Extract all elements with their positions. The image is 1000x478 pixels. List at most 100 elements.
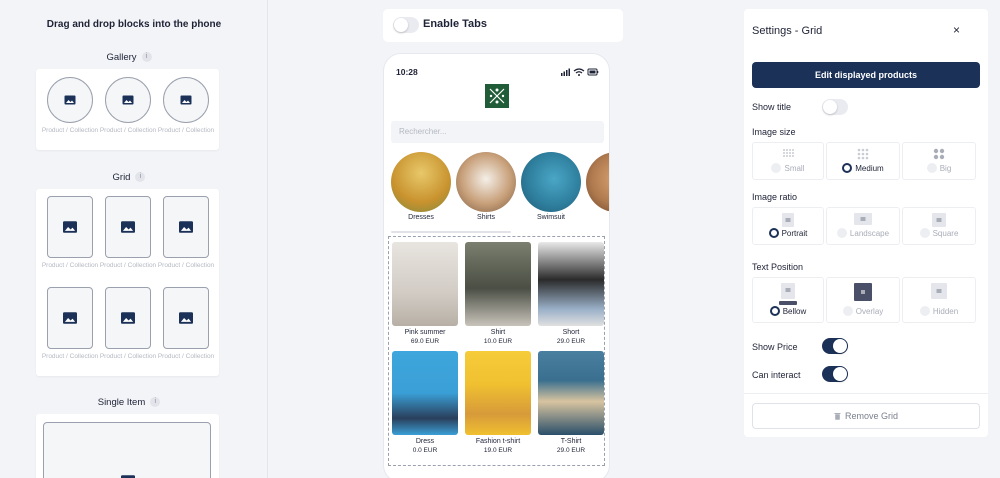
info-icon[interactable]: i — [150, 397, 161, 408]
radio-button[interactable] — [771, 163, 782, 173]
image-placeholder-icon — [122, 95, 134, 105]
image-ratio-landscape-option[interactable]: Landscape — [826, 207, 900, 245]
product-name: Pink summer — [404, 329, 446, 336]
settings-title: Settings - Grid — [752, 25, 823, 37]
radio-button[interactable] — [836, 228, 847, 238]
medium-grid-icon — [857, 148, 869, 160]
radio-button[interactable] — [769, 306, 780, 316]
product-price: 10.0 EUR — [483, 338, 513, 345]
grid-section-label: Grid i — [0, 172, 258, 183]
phone-preview: 10:28 Rechercher... Dresses Shirts Swims… — [383, 53, 610, 478]
category-label: Mo — [585, 214, 609, 221]
grid-block[interactable]: Product / Collection Product / Collectio… — [36, 189, 219, 376]
portrait-image-icon — [782, 213, 794, 227]
category-item[interactable]: Swimsuit — [520, 152, 582, 221]
category-item[interactable]: Dresses — [390, 152, 452, 221]
image-placeholder-icon — [180, 95, 192, 105]
battery-icon — [587, 68, 599, 76]
radio-button[interactable] — [926, 163, 937, 173]
info-icon[interactable]: i — [135, 172, 146, 183]
text-hidden-icon — [931, 283, 947, 299]
settings-panel: Settings - Grid × Edit displayed product… — [744, 9, 988, 437]
close-icon[interactable]: × — [953, 23, 960, 37]
product-card[interactable]: Dress 0.0 EUR — [392, 351, 458, 454]
grid-item-label: Product / Collection — [99, 353, 157, 360]
grid-item[interactable] — [47, 196, 93, 258]
status-time: 10:28 — [396, 67, 418, 77]
image-size-big-option[interactable]: Big — [902, 142, 976, 180]
image-size-small-option[interactable]: Small — [752, 142, 824, 180]
category-item[interactable]: Shirts — [455, 152, 517, 221]
category-image — [456, 152, 516, 212]
gallery-item-3[interactable] — [163, 77, 209, 123]
show-price-toggle[interactable] — [822, 338, 848, 354]
product-price: 29.0 EUR — [556, 447, 586, 454]
category-label: Shirts — [477, 214, 495, 221]
enable-tabs-label: Enable Tabs — [423, 18, 487, 30]
image-placeholder-icon — [121, 312, 135, 324]
grid-item-label: Product / Collection — [99, 262, 157, 269]
toggle-knob — [394, 18, 408, 32]
image-placeholder-icon — [121, 221, 135, 233]
grid-item[interactable] — [47, 287, 93, 349]
image-ratio-portrait-option[interactable]: Portrait — [752, 207, 824, 245]
single-item-placeholder[interactable] — [43, 422, 211, 478]
category-scrollbar[interactable] — [391, 231, 511, 233]
store-logo — [485, 84, 509, 108]
toggle-knob — [833, 367, 847, 381]
wifi-icon — [573, 68, 585, 76]
product-name: Shirt — [490, 329, 506, 336]
image-placeholder-icon — [64, 95, 76, 105]
search-input[interactable]: Rechercher... — [391, 121, 604, 143]
image-placeholder-icon — [179, 221, 193, 233]
product-card[interactable]: Short 29.0 EUR — [538, 242, 604, 345]
product-grid[interactable]: Pink summer 69.0 EUR Shirt 10.0 EUR Short 2… — [388, 236, 605, 466]
radio-button[interactable] — [842, 163, 853, 173]
image-placeholder-icon — [179, 312, 193, 324]
gallery-item-1[interactable] — [47, 77, 93, 123]
grid-item[interactable] — [105, 287, 151, 349]
trash-icon — [834, 413, 841, 420]
product-card[interactable]: Fashion t-shirt 19.0 EUR — [465, 351, 531, 454]
small-grid-icon — [783, 149, 794, 157]
product-card[interactable]: Shirt 10.0 EUR — [465, 242, 531, 345]
enable-tabs-toggle[interactable] — [393, 17, 419, 33]
gallery-item-label: Product / Collection — [99, 127, 157, 134]
toggle-knob — [823, 100, 837, 114]
gallery-item-2[interactable] — [105, 77, 151, 123]
can-interact-label: Can interact — [752, 370, 801, 380]
toggle-knob — [833, 339, 847, 353]
product-image — [392, 351, 458, 435]
show-title-label: Show title — [752, 102, 792, 112]
grid-item[interactable] — [163, 287, 209, 349]
image-ratio-square-option[interactable]: Square — [902, 207, 976, 245]
product-price: 19.0 EUR — [483, 447, 513, 454]
info-icon[interactable]: i — [141, 52, 152, 63]
remove-grid-button[interactable]: Remove Grid — [752, 403, 980, 429]
radio-button[interactable] — [919, 228, 930, 238]
big-grid-icon — [933, 148, 945, 160]
product-name: Fashion t-shirt — [475, 438, 521, 445]
gallery-item-label: Product / Collection — [157, 127, 215, 134]
grid-item[interactable] — [163, 196, 209, 258]
product-card[interactable]: Pink summer 69.0 EUR — [392, 242, 458, 345]
single-item-block[interactable] — [36, 414, 219, 478]
edit-displayed-products-button[interactable]: Edit displayed products — [752, 62, 980, 88]
show-title-toggle[interactable] — [822, 99, 848, 115]
gallery-block[interactable]: Product / Collection Product / Collectio… — [36, 69, 219, 150]
signal-icon — [561, 68, 570, 76]
text-position-bellow-option[interactable]: Bellow — [752, 277, 824, 323]
gallery-item-label: Product / Collection — [41, 127, 99, 134]
category-item[interactable]: Mo — [585, 152, 609, 221]
product-card[interactable]: T-Shirt 29.0 EUR — [538, 351, 604, 454]
text-position-hidden-option[interactable]: Hidden — [902, 277, 976, 323]
category-image — [391, 152, 451, 212]
text-position-overlay-option[interactable]: Overlay — [826, 277, 900, 323]
can-interact-toggle[interactable] — [822, 366, 848, 382]
enable-tabs-card: Enable Tabs — [383, 9, 623, 42]
grid-item[interactable] — [105, 196, 151, 258]
image-size-medium-option[interactable]: Medium — [826, 142, 900, 180]
radio-button[interactable] — [919, 306, 930, 316]
radio-button[interactable] — [842, 306, 853, 316]
radio-button[interactable] — [768, 228, 779, 238]
